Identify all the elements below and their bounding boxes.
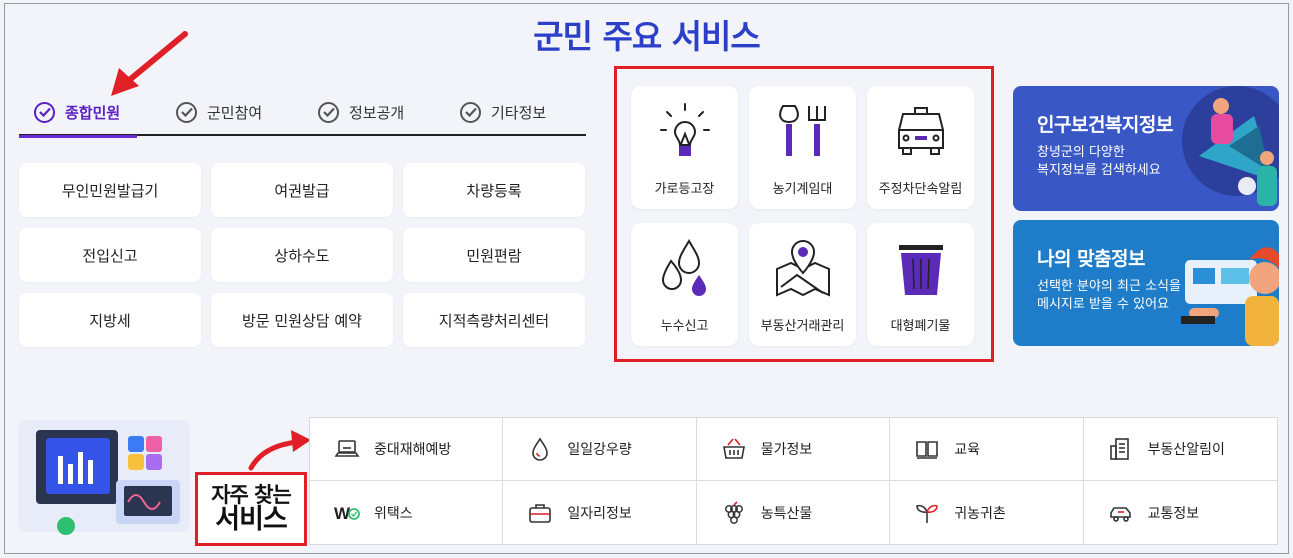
featured-label: 주정차단속알림 — [878, 182, 963, 197]
farm-tools-icon — [778, 105, 826, 156]
quick-link-label: 일일강우량 — [567, 442, 632, 458]
tab-other-info[interactable]: 기타정보 — [460, 88, 546, 136]
quick-link-return-farming[interactable]: 귀농귀촌 — [890, 481, 1084, 544]
car-outline-icon — [1109, 506, 1131, 522]
briefcase-icon — [529, 503, 552, 523]
raindrop-icon — [532, 437, 549, 461]
service-button[interactable]: 지방세 — [19, 293, 201, 347]
check-circle-icon — [176, 101, 197, 123]
tab-label: 종합민원 — [65, 103, 121, 122]
water-drops-icon — [661, 239, 706, 296]
featured-grid: 가로등고장 농기계임대 주정차단속알림 누수신고 부동산거래관리 대형폐기물 — [631, 86, 974, 346]
frequent-services-grid: 중대재해예방 일일강우량 물가정보 교육 부동산알림이 W 위택스 일자리정보 … — [309, 417, 1278, 545]
lightbulb-icon — [659, 103, 710, 156]
laptop-icon — [334, 440, 360, 457]
banner-title: 나의 맞춤정보 — [1037, 248, 1146, 270]
featured-card-farm-machine[interactable]: 농기계임대 — [749, 86, 856, 209]
tab-label: 군민참여 — [207, 103, 263, 122]
tab-label: 기타정보 — [491, 103, 547, 122]
service-button[interactable]: 방문 민원상담 예약 — [211, 293, 393, 347]
featured-label: 대형폐기물 — [890, 319, 951, 334]
service-grid: 무인민원발급기 여권발급 차량등록 전입신고 상하수도 민원편람 지방세 방문 … — [19, 163, 586, 347]
featured-label: 부동산거래관리 — [760, 319, 845, 334]
tab-general-civil[interactable]: 종합민원 — [18, 88, 138, 138]
service-button[interactable]: 전입신고 — [19, 228, 201, 282]
quick-link-label: 물가정보 — [760, 442, 813, 458]
tab-info-disclosure[interactable]: 정보공개 — [318, 88, 404, 136]
welfare-illustration-icon — [1182, 86, 1279, 206]
service-button[interactable]: 상하수도 — [211, 228, 393, 282]
quick-link-jobs[interactable]: 일자리정보 — [503, 481, 697, 544]
quick-link-label: 농특산물 — [760, 505, 813, 522]
check-circle-icon — [318, 101, 339, 123]
quick-link-education[interactable]: 교육 — [890, 418, 1084, 481]
quick-link-wetax[interactable]: W 위택스 — [310, 481, 504, 544]
page-title: 군민 주요 서비스 — [533, 17, 761, 56]
quick-link-realestate-alert[interactable]: 부동산알림이 — [1083, 418, 1277, 481]
tab-participation[interactable]: 군민참여 — [176, 88, 262, 136]
banner-custom-info[interactable]: 나의 맞춤정보 선택한 분야의 최근 소식을 메시지로 받을 수 있어요 — [1013, 220, 1279, 346]
banner-subtitle: 창녕군의 다양한 복지정보를 검색하세요 — [1037, 145, 1161, 178]
frequent-services-label: 자주 찾는 서비스 — [195, 472, 307, 546]
quick-link-label: 일자리정보 — [567, 505, 632, 522]
featured-card-bulky-waste[interactable]: 대형폐기물 — [867, 223, 974, 346]
banner-welfare-info[interactable]: 인구보건복지정보 창녕군의 다양한 복지정보를 검색하세요 — [1013, 86, 1279, 211]
check-circle-icon — [34, 101, 55, 123]
check-circle-icon — [460, 101, 481, 123]
grapes-icon — [724, 500, 743, 524]
featured-card-realestate[interactable]: 부동산거래관리 — [749, 223, 856, 346]
service-tabs: 종합민원 군민참여 정보공개 기타정보 — [18, 88, 586, 138]
dashboard-illustration-icon — [18, 420, 190, 535]
basket-icon — [722, 438, 745, 459]
quick-link-traffic[interactable]: 교통정보 — [1084, 481, 1277, 544]
sprout-icon — [916, 504, 938, 523]
tab-label: 정보공개 — [349, 103, 405, 122]
banner-title: 인구보건복지정보 — [1037, 114, 1173, 136]
wetax-icon: W — [334, 504, 360, 523]
banner-subtitle: 선택한 분야의 최근 소식을 메시지로 받을 수 있어요 — [1037, 279, 1181, 312]
annotation-arrow-frequent — [248, 430, 311, 471]
service-button[interactable]: 무인민원발급기 — [19, 163, 201, 217]
featured-card-leak[interactable]: 누수신고 — [631, 223, 738, 346]
quick-link-prices[interactable]: 물가정보 — [696, 418, 891, 481]
car-icon — [897, 107, 944, 155]
book-icon — [916, 441, 938, 459]
quick-link-label: 교통정보 — [1147, 505, 1200, 522]
quick-link-label: 중대재해예방 — [374, 442, 452, 458]
service-button[interactable]: 여권발급 — [211, 163, 393, 217]
quick-link-rainfall[interactable]: 일일강우량 — [503, 418, 697, 481]
building-icon — [1109, 438, 1129, 460]
featured-label: 누수신고 — [660, 319, 709, 334]
trash-bin-icon — [898, 245, 943, 295]
quick-link-local-products[interactable]: 농특산물 — [697, 481, 891, 544]
quick-link-disaster-prevention[interactable]: 중대재해예방 — [310, 418, 504, 481]
quick-link-label: 귀농귀촌 — [954, 505, 1006, 522]
service-button[interactable]: 차량등록 — [403, 163, 585, 217]
featured-label: 가로등고장 — [654, 182, 715, 197]
featured-label: 농기계임대 — [772, 182, 833, 197]
custom-info-illustration-icon — [1181, 247, 1279, 346]
quick-link-label: 위택스 — [374, 505, 413, 522]
service-button[interactable]: 민원편람 — [403, 228, 585, 282]
map-pin-icon — [775, 239, 830, 297]
featured-card-parking[interactable]: 주정차단속알림 — [867, 86, 974, 209]
featured-card-streetlight[interactable]: 가로등고장 — [631, 86, 738, 209]
quick-link-label: 교육 — [954, 442, 980, 458]
service-button[interactable]: 지적측량처리센터 — [403, 293, 585, 347]
quick-link-label: 부동산알림이 — [1147, 442, 1225, 458]
